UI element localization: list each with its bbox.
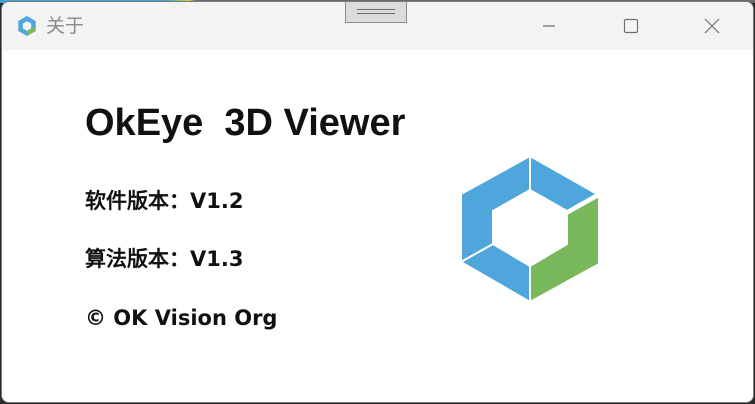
software-version-label: 软件版本： bbox=[85, 189, 190, 213]
hexagon-logo-icon bbox=[458, 154, 600, 304]
algorithm-version-label: 算法版本： bbox=[85, 247, 190, 271]
about-content: OkEye 3D Viewer 软件版本：V1.2 算法版本：V1.3 © OK… bbox=[2, 50, 753, 402]
software-version-value: V1.2 bbox=[190, 189, 244, 213]
maximize-button[interactable] bbox=[604, 2, 658, 50]
maximize-icon bbox=[623, 18, 639, 34]
window-title: 关于 bbox=[46, 15, 85, 37]
about-dialog: 关于 OkEye 3D Viewer 软件版本：V1.2 算法版本：V1.3 ©… bbox=[2, 2, 753, 402]
software-version-row: 软件版本：V1.2 bbox=[85, 187, 243, 215]
drag-handle-icon[interactable] bbox=[345, 2, 407, 23]
minimize-icon bbox=[543, 25, 555, 27]
copyright-text: © OK Vision Org bbox=[85, 306, 278, 330]
minimize-button[interactable] bbox=[522, 2, 576, 50]
close-icon bbox=[704, 18, 720, 34]
algorithm-version-value: V1.3 bbox=[190, 247, 244, 271]
title-bar[interactable]: 关于 bbox=[2, 2, 753, 50]
desktop-screen: 关于 OkEye 3D Viewer 软件版本：V1.2 算法版本：V1.3 ©… bbox=[0, 0, 755, 404]
close-button[interactable] bbox=[685, 2, 739, 50]
drag-handle-line bbox=[357, 13, 395, 14]
product-name: OkEye 3D Viewer bbox=[85, 102, 406, 144]
drag-handle-line bbox=[357, 9, 395, 10]
algorithm-version-row: 算法版本：V1.3 bbox=[85, 245, 243, 273]
hexagon-logo-icon bbox=[18, 16, 36, 36]
